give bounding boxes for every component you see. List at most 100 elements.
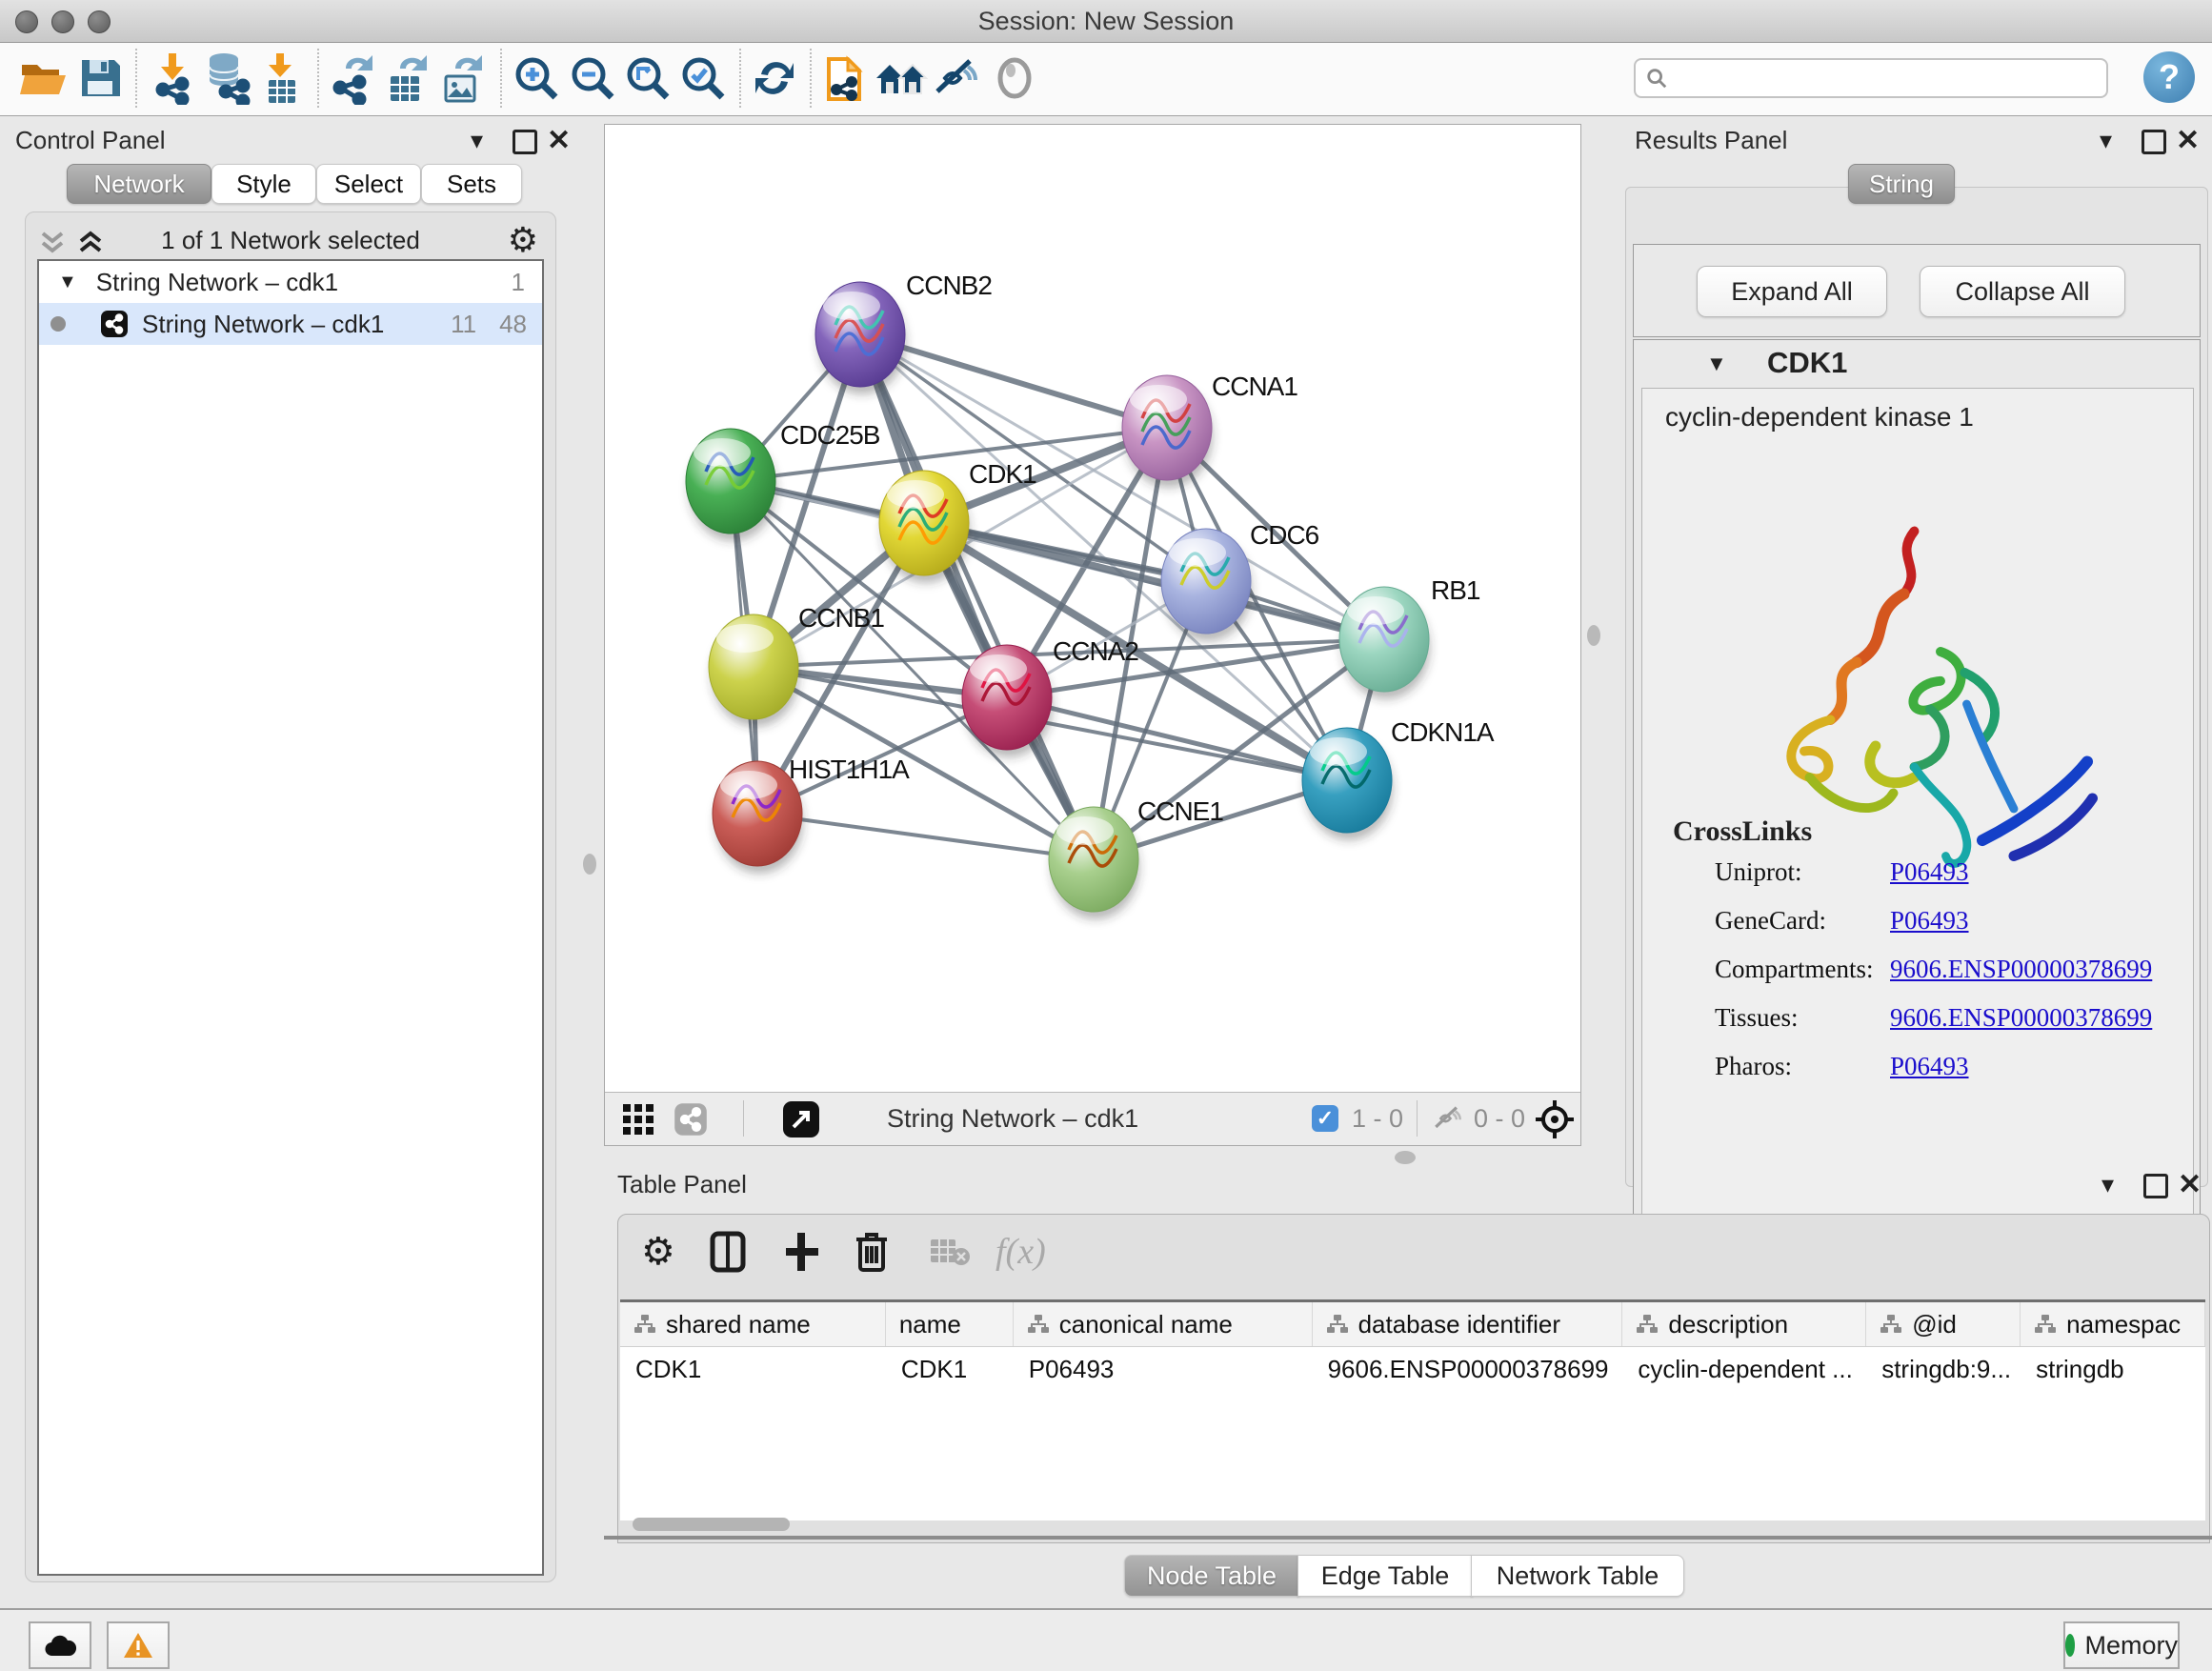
results-panel-title: Results Panel <box>1635 126 1787 155</box>
export-table-button[interactable] <box>380 49 435 108</box>
column-header-namespac[interactable]: namespac <box>2021 1302 2205 1346</box>
import-table-file-button[interactable] <box>254 49 310 108</box>
cell-5[interactable]: stringdb:9... <box>1866 1355 2021 1384</box>
cell-1[interactable]: CDK1 <box>886 1355 1014 1384</box>
control-panel-maximize-button[interactable] <box>513 130 537 154</box>
zoom-out-button[interactable] <box>565 49 620 108</box>
toolbar-separator <box>810 49 812 108</box>
home-networks-button[interactable] <box>874 49 929 108</box>
collection-expand-triangle-icon[interactable]: ▼ <box>58 272 77 293</box>
crosslink-value-1[interactable]: P06493 <box>1890 906 1969 936</box>
network-graph[interactable]: CCNB2CCNA1CDC25BCDK1CDC6RB1CCNB1CCNA2CDK… <box>605 125 1580 1093</box>
results-panel-close-button[interactable]: ✕ <box>2176 124 2200 157</box>
import-network-file-button[interactable] <box>145 49 200 108</box>
help-button[interactable]: ? <box>2143 51 2195 103</box>
crosslink-label-3: Tissues: <box>1715 1003 1799 1033</box>
hidden-glasses-icon[interactable] <box>1432 1105 1464 1132</box>
column-header--id[interactable]: @id <box>1866 1302 2021 1346</box>
cell-4[interactable]: cyclin-dependent ... <box>1622 1355 1866 1384</box>
column-network-icon <box>1880 1313 1902 1336</box>
control-panel-title: Control Panel <box>15 126 166 155</box>
birdseye-launch-icon[interactable] <box>782 1100 820 1138</box>
tab-sets[interactable]: Sets <box>421 164 522 204</box>
tab-style[interactable]: Style <box>211 164 316 204</box>
export-image-button[interactable] <box>435 49 491 108</box>
table-row[interactable]: CDK1CDK1P064939606.ENSP00000378699cyclin… <box>620 1347 2205 1391</box>
table-panel-float-button[interactable]: ▾ <box>2101 1170 2114 1199</box>
column-header-shared-name[interactable]: shared name <box>620 1302 886 1346</box>
column-header-database-identifier[interactable]: database identifier <box>1313 1302 1623 1346</box>
collection-name: String Network – cdk1 <box>96 268 338 297</box>
table-horizontal-scrollbar[interactable] <box>633 1518 790 1531</box>
save-floppy-icon <box>78 56 122 100</box>
show-columns-icon[interactable] <box>710 1228 746 1276</box>
crosslink-value-3[interactable]: 9606.ENSP00000378699 <box>1890 1003 2152 1033</box>
table-gear-icon[interactable]: ⚙ <box>641 1228 675 1276</box>
separator <box>1417 1100 1418 1137</box>
network-view-toolbar: String Network – cdk1 ✓ 1 - 0 0 - 0 <box>605 1092 1580 1145</box>
apply-layout-button[interactable] <box>747 49 802 108</box>
svg-text:CCNB1: CCNB1 <box>798 603 884 633</box>
svg-text:HIST1H1A: HIST1H1A <box>789 755 910 784</box>
zoom-fit-button[interactable] <box>620 49 675 108</box>
zoom-selected-button[interactable] <box>675 49 731 108</box>
export-network-button[interactable] <box>325 49 380 108</box>
tab-network[interactable]: Network <box>67 164 211 204</box>
column-header-description[interactable]: description <box>1622 1302 1866 1346</box>
gene-collapse-triangle-icon[interactable]: ▼ <box>1706 352 1727 376</box>
crosslink-value-2[interactable]: 9606.ENSP00000378699 <box>1890 955 2152 984</box>
import-network-database-button[interactable] <box>198 49 253 108</box>
show-eye-button[interactable] <box>987 49 1042 108</box>
zoom-in-button[interactable] <box>509 49 564 108</box>
cloud-button[interactable] <box>29 1621 91 1669</box>
column-network-icon <box>1636 1313 1659 1336</box>
control-panel-close-button[interactable]: ✕ <box>547 124 571 157</box>
hide-glasses-button[interactable] <box>929 49 984 108</box>
delete-column-icon[interactable] <box>855 1228 889 1276</box>
cell-3[interactable]: 9606.ENSP00000378699 <box>1313 1355 1623 1384</box>
cell-6[interactable]: stringdb <box>2021 1355 2205 1384</box>
network-view-share-icon[interactable] <box>674 1102 708 1137</box>
search-input[interactable] <box>1668 63 2081 94</box>
open-session-button[interactable] <box>16 49 71 108</box>
network-collection-row[interactable]: ▼ String Network – cdk1 1 <box>39 261 542 303</box>
column-header-canonical-name[interactable]: canonical name <box>1014 1302 1313 1346</box>
memory-label: Memory <box>2084 1631 2178 1661</box>
tab-network-table[interactable]: Network Table <box>1471 1555 1684 1597</box>
network-canvas[interactable]: CCNB2CCNA1CDC25BCDK1CDC6RB1CCNB1CCNA2CDK… <box>604 124 1581 1146</box>
grid-view-icon[interactable] <box>622 1103 654 1136</box>
fit-crosshair-icon[interactable] <box>1535 1099 1575 1139</box>
results-panel-maximize-button[interactable] <box>2142 130 2166 154</box>
tab-edge-table[interactable]: Edge Table <box>1297 1555 1473 1597</box>
cloud-icon <box>43 1633 77 1658</box>
crosslink-value-4[interactable]: P06493 <box>1890 1052 1969 1081</box>
crosslink-value-0[interactable]: P06493 <box>1890 857 1969 887</box>
add-column-icon[interactable] <box>782 1228 820 1276</box>
tab-node-table[interactable]: Node Table <box>1124 1555 1299 1597</box>
column-network-icon <box>633 1313 656 1336</box>
string-protein-query-button[interactable] <box>817 49 873 108</box>
memory-button[interactable]: Memory <box>2063 1621 2180 1669</box>
toolbar-separator <box>500 49 502 108</box>
network-row-selected[interactable]: String Network – cdk1 11 48 <box>39 303 542 345</box>
tab-select[interactable]: Select <box>316 164 421 204</box>
table-panel-maximize-button[interactable] <box>2143 1174 2168 1198</box>
table-panel-close-button[interactable]: ✕ <box>2178 1168 2202 1201</box>
cell-0[interactable]: CDK1 <box>620 1355 886 1384</box>
results-panel-float-button[interactable]: ▾ <box>2100 126 2112 155</box>
warnings-button[interactable] <box>107 1621 170 1669</box>
horizontal-splitter-handle[interactable] <box>1395 1151 1416 1164</box>
import-table-icon <box>261 51 303 105</box>
cell-2[interactable]: P06493 <box>1014 1355 1313 1384</box>
collapse-all-button[interactable]: Collapse All <box>1920 266 2125 317</box>
network-options-gear-icon[interactable]: ⚙ <box>508 220 538 260</box>
selected-nodes-checkbox[interactable]: ✓ <box>1312 1105 1338 1132</box>
left-splitter-handle[interactable] <box>583 854 596 875</box>
tab-string[interactable]: String <box>1848 164 1955 204</box>
expand-all-button[interactable]: Expand All <box>1697 266 1887 317</box>
right-splitter-handle[interactable] <box>1587 625 1600 646</box>
column-header-name[interactable]: name <box>886 1302 1014 1346</box>
control-panel-float-button[interactable]: ▾ <box>471 126 483 155</box>
crosslink-label-2: Compartments: <box>1715 955 1873 984</box>
save-session-button[interactable] <box>72 49 128 108</box>
